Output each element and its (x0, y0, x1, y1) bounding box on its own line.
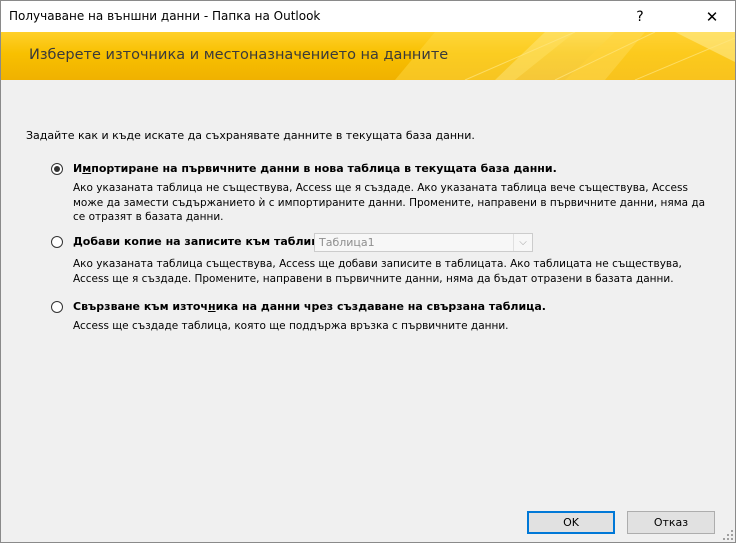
cancel-button[interactable]: Отказ (627, 511, 715, 534)
header-banner: Изберете източника и местоназначението н… (1, 32, 735, 80)
link-option-label[interactable]: Свързване към източника на данни чрез съ… (73, 300, 546, 313)
link-radio[interactable] (51, 301, 63, 313)
ok-button[interactable]: OK (527, 511, 615, 534)
title-bar[interactable]: Получаване на външни данни - Папка на Ou… (1, 1, 735, 32)
help-button[interactable]: ? (617, 1, 663, 32)
link-option-description: Access ще създаде таблица, която ще подд… (73, 320, 509, 332)
table-select-value: Таблица1 (319, 236, 375, 249)
resize-grip-icon[interactable] (723, 530, 733, 540)
intro-text: Задайте как и къде искате да съхранявате… (26, 129, 475, 142)
import-option-label[interactable]: Импортиране на първичните данни в нова т… (73, 162, 557, 175)
window-title: Получаване на външни данни - Папка на Ou… (9, 9, 321, 23)
help-icon: ? (636, 8, 644, 25)
import-radio[interactable] (51, 163, 63, 175)
dialog-window: Получаване на външни данни - Папка на Ou… (0, 0, 736, 543)
import-option-description: Ако указаната таблица не съществува, Acc… (73, 182, 706, 223)
table-select[interactable]: Таблица1 ⌵ (314, 233, 533, 252)
append-option-description: Ако указаната таблица съществува, Access… (73, 258, 682, 285)
append-radio[interactable] (51, 236, 63, 248)
chevron-down-icon[interactable]: ⌵ (513, 234, 532, 251)
close-icon: ✕ (705, 7, 719, 26)
content-area: Задайте как и къде искате да съхранявате… (1, 80, 735, 502)
button-bar: OK Отказ (1, 502, 735, 542)
close-button[interactable]: ✕ (689, 1, 735, 32)
append-option-label[interactable]: Добави копие на записите към таблицата: (73, 235, 345, 248)
banner-heading: Изберете източника и местоназначението н… (29, 47, 449, 63)
